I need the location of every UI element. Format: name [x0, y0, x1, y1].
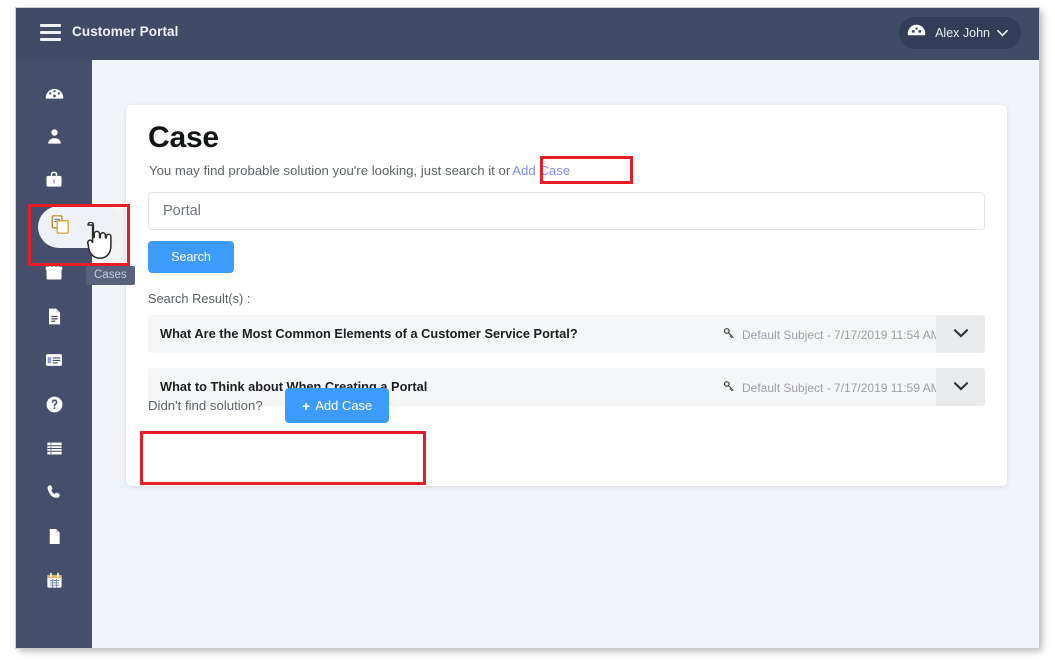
sidebar-item-boards[interactable] — [16, 338, 92, 382]
add-case-button-label: Add Case — [315, 398, 372, 413]
speedometer-icon — [44, 82, 65, 103]
user-menu[interactable]: Alex John — [899, 17, 1021, 49]
user-name: Alex John — [935, 26, 990, 40]
document-text-icon — [45, 307, 64, 326]
content-area: Case You may find probable solution you'… — [92, 60, 1039, 648]
table-row[interactable]: What to Think about When Creating a Port… — [148, 368, 985, 406]
app-window: Customer Portal Alex John — [16, 8, 1039, 648]
chevron-down-icon — [954, 325, 968, 343]
page-title: Case — [148, 121, 219, 155]
search-results-label: Search Result(s) : — [148, 291, 250, 306]
sidebar-item-products[interactable] — [16, 250, 92, 294]
result-meta-text: Default Subject - 7/17/2019 11:54 AM — [742, 328, 941, 342]
sidebar-item-calendar[interactable] — [16, 558, 92, 602]
sidebar-item-articles[interactable] — [16, 294, 92, 338]
top-bar: Customer Portal Alex John — [16, 8, 1039, 60]
result-expand-button[interactable] — [936, 315, 985, 353]
app-title: Customer Portal — [72, 24, 179, 39]
sidebar-item-cases[interactable] — [38, 206, 124, 248]
user-icon — [45, 127, 64, 146]
copy-files-icon — [49, 213, 72, 241]
sidebar-item-files[interactable] — [16, 514, 92, 558]
key-icon — [723, 380, 735, 395]
window-list-icon — [44, 350, 64, 370]
sidebar-tooltip: Cases — [86, 266, 135, 285]
sidebar-item-contact[interactable] — [16, 470, 92, 514]
result-meta: Default Subject - 7/17/2019 11:54 AM — [723, 327, 941, 342]
page-subtitle: You may find probable solution you're lo… — [149, 163, 570, 178]
box-icon — [44, 262, 64, 282]
sidebar-item-jobs[interactable] — [16, 158, 92, 202]
briefcase-icon — [44, 170, 64, 190]
result-title: What Are the Most Common Elements of a C… — [160, 326, 578, 341]
question-circle-icon — [45, 395, 64, 414]
table-row[interactable]: What Are the Most Common Elements of a C… — [148, 315, 985, 353]
search-button[interactable]: Search — [148, 241, 234, 273]
result-meta-text: Default Subject - 7/17/2019 11:59 AM — [742, 381, 941, 395]
sidebar-item-account[interactable] — [16, 114, 92, 158]
user-avatar-icon — [906, 23, 927, 44]
calendar-icon — [45, 571, 64, 590]
list-icon — [45, 439, 64, 458]
add-case-link[interactable]: Add Case — [512, 163, 570, 178]
chevron-down-icon — [954, 378, 968, 396]
not-found-label: Didn't find solution? — [148, 398, 263, 413]
phone-icon — [45, 483, 64, 502]
case-card: Case You may find probable solution you'… — [126, 105, 1007, 486]
search-input[interactable] — [148, 192, 985, 230]
file-icon — [45, 527, 64, 546]
key-icon — [723, 327, 735, 342]
result-expand-button[interactable] — [936, 368, 985, 406]
sidebar — [16, 60, 92, 648]
sidebar-item-help[interactable] — [16, 382, 92, 426]
subtitle-text: You may find probable solution you're lo… — [149, 163, 510, 178]
add-case-button[interactable]: + Add Case — [285, 388, 389, 423]
plus-icon: + — [302, 398, 310, 414]
hamburger-icon[interactable] — [40, 24, 61, 41]
result-meta: Default Subject - 7/17/2019 11:59 AM — [723, 380, 941, 395]
sidebar-item-lists[interactable] — [16, 426, 92, 470]
chevron-down-icon — [997, 24, 1008, 42]
sidebar-item-dashboard[interactable] — [16, 70, 92, 114]
